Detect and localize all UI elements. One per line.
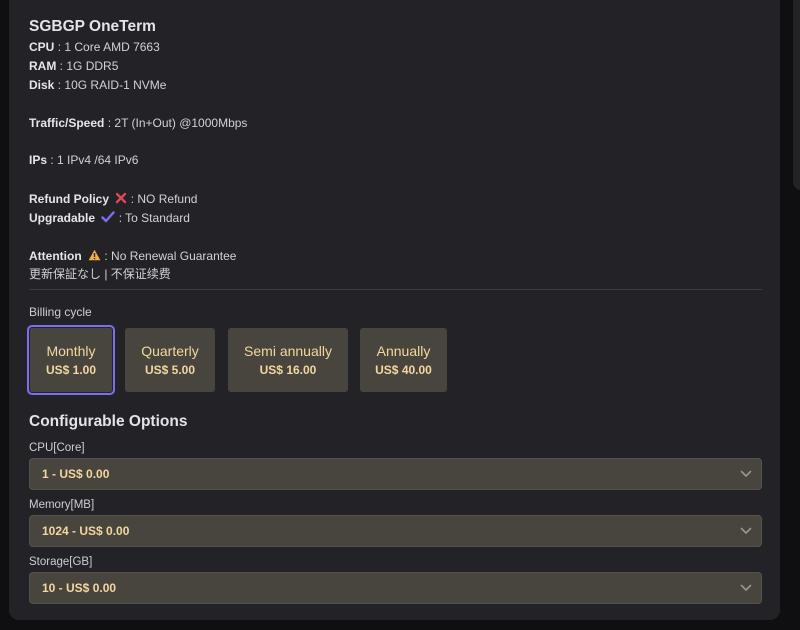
configurable-options-title: Configurable Options bbox=[29, 413, 188, 430]
billing-cycle-label: Billing cycle bbox=[29, 305, 92, 319]
cycle-price: US$ 1.00 bbox=[45, 363, 97, 377]
spec-upgradable-value: To Standard bbox=[125, 211, 190, 225]
spec-cpu-label: CPU bbox=[29, 40, 55, 54]
product-title: SGBGP OneTerm bbox=[29, 18, 156, 35]
product-config-panel: SGBGP OneTerm CPU : 1 Core AMD 7663 RAM … bbox=[9, 0, 780, 620]
spec-ips-value: 1 IPv4 /64 IPv6 bbox=[57, 153, 139, 167]
spec-traffic-label: Traffic/Speed bbox=[29, 116, 105, 130]
billing-cycle-semi-annually[interactable]: Semi annually US$ 16.00 bbox=[228, 328, 348, 392]
spec-traffic-value: 2T (In+Out) @1000Mbps bbox=[114, 116, 248, 130]
spec-upgradable: Upgradable : To Standard bbox=[29, 211, 190, 225]
spec-refund-label: Refund Policy bbox=[29, 192, 110, 206]
option-label-storage: Storage[GB] bbox=[29, 556, 93, 568]
cpu-select[interactable]: 1 - US$ 0.00 bbox=[29, 458, 762, 490]
section-divider bbox=[29, 289, 762, 290]
cycle-name: Semi annually bbox=[244, 343, 332, 359]
option-label-memory: Memory[MB] bbox=[29, 499, 95, 511]
storage-select[interactable]: 10 - US$ 0.00 bbox=[29, 572, 762, 604]
spec-disk-value: 10G RAID-1 NVMe bbox=[64, 78, 167, 92]
billing-cycle-monthly[interactable]: Monthly US$ 1.00 bbox=[27, 325, 115, 395]
spec-refund: Refund Policy : NO Refund bbox=[29, 192, 198, 206]
warning-icon bbox=[88, 249, 101, 261]
memory-select[interactable]: 1024 - US$ 0.00 bbox=[29, 515, 762, 547]
cycle-price: US$ 5.00 bbox=[144, 363, 196, 377]
spec-ram-label: RAM bbox=[29, 59, 57, 73]
chevron-down-icon bbox=[740, 584, 752, 591]
spec-upgradable-label: Upgradable bbox=[29, 211, 96, 225]
cycle-name: Monthly bbox=[46, 343, 96, 359]
spec-attention-label: Attention bbox=[29, 249, 82, 263]
spec-traffic: Traffic/Speed : 2T (In+Out) @1000Mbps bbox=[29, 116, 248, 130]
check-mark-icon bbox=[101, 211, 116, 223]
spec-disk: Disk : 10G RAID-1 NVMe bbox=[29, 78, 167, 92]
spec-disk-label: Disk bbox=[29, 78, 55, 92]
billing-cycle-annually[interactable]: Annually US$ 40.00 bbox=[360, 328, 447, 392]
spec-refund-value: NO Refund bbox=[137, 192, 198, 206]
cycle-name: Quarterly bbox=[141, 343, 199, 359]
chevron-down-icon bbox=[740, 470, 752, 477]
spec-cpu: CPU : 1 Core AMD 7663 bbox=[29, 40, 160, 54]
spec-attention-note: 更新保証なし | 不保证续费 bbox=[29, 267, 171, 281]
cycle-price: US$ 16.00 bbox=[259, 363, 317, 377]
adjacent-panel-edge bbox=[793, 0, 800, 190]
spec-ips-label: IPs bbox=[29, 153, 48, 167]
cpu-select-value: 1 - US$ 0.00 bbox=[42, 467, 110, 481]
spec-cpu-value: 1 Core AMD 7663 bbox=[64, 40, 160, 54]
memory-select-value: 1024 - US$ 0.00 bbox=[42, 524, 130, 538]
spec-attention: Attention : No Renewal Guarantee bbox=[29, 249, 237, 263]
spec-attention-value: No Renewal Guarantee bbox=[111, 249, 237, 263]
chevron-down-icon bbox=[740, 527, 752, 534]
spec-ips: IPs : 1 IPv4 /64 IPv6 bbox=[29, 153, 139, 167]
spec-ram: RAM : 1G DDR5 bbox=[29, 59, 119, 73]
cycle-price: US$ 40.00 bbox=[375, 363, 432, 377]
spec-ram-value: 1G DDR5 bbox=[66, 59, 119, 73]
cross-mark-icon bbox=[116, 192, 127, 204]
cycle-name: Annually bbox=[376, 343, 431, 359]
option-label-cpu: CPU[Core] bbox=[29, 442, 85, 454]
storage-select-value: 10 - US$ 0.00 bbox=[42, 581, 117, 595]
billing-cycle-quarterly[interactable]: Quarterly US$ 5.00 bbox=[125, 328, 215, 392]
